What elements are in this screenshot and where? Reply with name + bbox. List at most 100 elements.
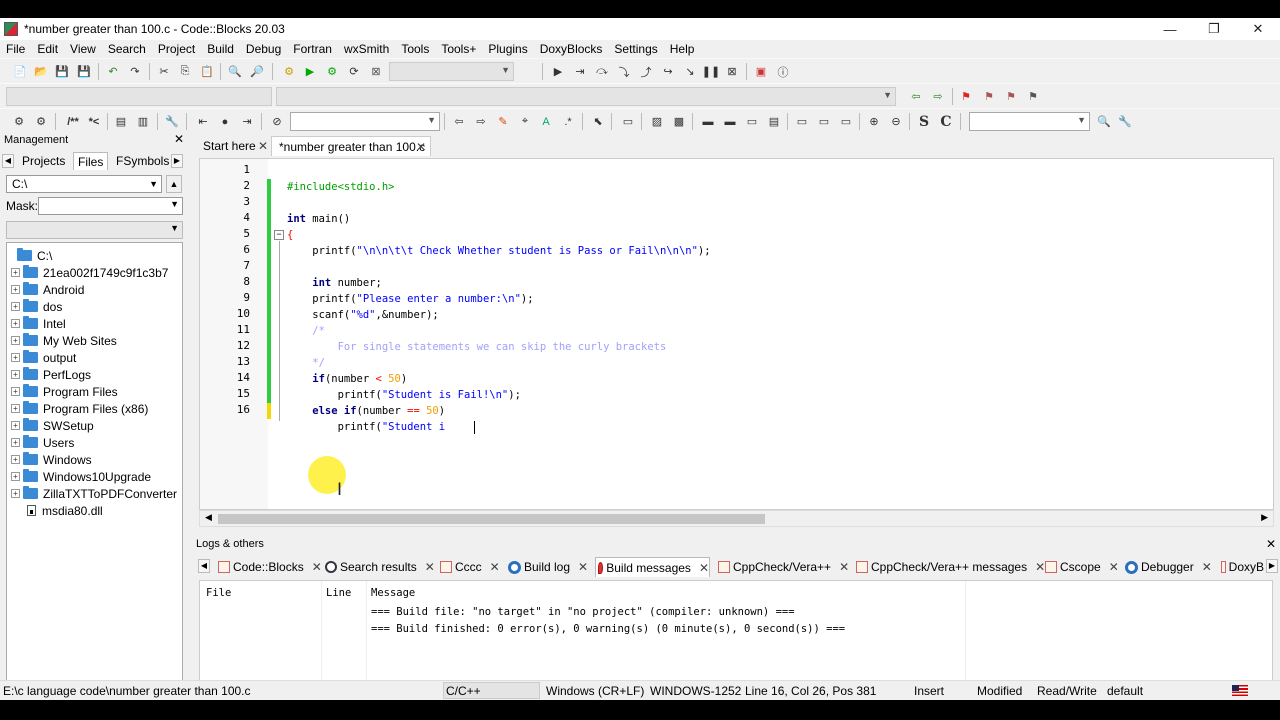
tree-item[interactable]: + Android [11,281,84,298]
layout-1-icon[interactable]: ▬ [699,113,717,130]
c-button[interactable]: C [937,113,955,130]
tree-item[interactable]: + Program Files (x86) [11,400,148,417]
doxy-line-icon[interactable]: ▥ [134,113,152,130]
jump-forward-icon[interactable]: ⇨ [929,88,947,105]
shape-2-icon[interactable]: ▭ [815,113,833,130]
tab-search-results[interactable]: Search results ✕ [323,557,435,577]
scope-combo[interactable] [6,87,272,106]
menu-wxsmith[interactable]: wxSmith [340,42,393,56]
tree-item[interactable]: + output [11,349,76,366]
various-info-icon[interactable]: ⓘ [774,63,792,80]
run-icon[interactable]: ▶ [301,63,319,80]
tree-item[interactable]: + Windows [11,451,92,468]
close-icon[interactable]: ✕ [416,137,426,157]
tree-item[interactable]: +21ea002f1749c9f1c3b7 [11,264,168,281]
tab-scroll-left-icon[interactable]: ◀ [2,154,14,168]
find-icon[interactable]: 🔍 [226,63,244,80]
column-header-line[interactable]: Line [326,587,351,599]
tree-item[interactable]: + ZillaTXTToPDFConverter [11,485,177,502]
horizontal-scrollbar[interactable]: ◀ ▶ [199,510,1274,527]
stop-debugger-icon[interactable]: ⊠ [723,63,741,80]
build-target-combo[interactable]: ▼ [389,62,514,81]
menu-tools-plus[interactable]: Tools+ [437,42,480,56]
tree-item[interactable]: + Intel [11,315,66,332]
list-item[interactable]: === Build finished: 0 error(s), 0 warnin… [371,623,845,635]
uncomment-button[interactable]: *< [84,113,104,130]
fold-collapse-icon[interactable]: − [274,230,284,240]
close-window-button[interactable]: ✕ [1236,18,1280,40]
tab-debugger[interactable]: Debugger ✕ [1123,557,1212,577]
shape-1-icon[interactable]: ▭ [793,113,811,130]
logs-close-button[interactable]: ✕ [1266,537,1276,551]
undo-icon[interactable]: ↶ [104,63,122,80]
list-item[interactable]: === Build file: "no target" in "no proje… [371,606,795,618]
menu-plugins[interactable]: Plugins [484,42,531,56]
tree-item[interactable]: + SWSetup [11,417,94,434]
maximize-button[interactable]: ❐ [1192,18,1236,40]
highlight-icon[interactable]: ✎ [494,113,512,130]
redo-icon[interactable]: ↷ [126,63,144,80]
menu-help[interactable]: Help [666,42,699,56]
editor-search-combo[interactable]: ▼ [290,112,440,131]
filter-combo[interactable]: ▼ [6,221,183,239]
tab-cccc[interactable]: Cccc ✕ [438,557,500,577]
last-page-icon[interactable]: ⇥ [238,113,256,130]
tab-current-file[interactable]: *number greater than 100.c ✕ [271,136,431,156]
chevron-down-icon[interactable]: ▼ [170,199,179,209]
select-pointer-icon[interactable]: ⬉ [589,113,607,130]
tree-item[interactable]: + PerfLogs [11,366,91,383]
menu-debug[interactable]: Debug [242,42,285,56]
chevron-down-icon[interactable]: ▼ [170,223,179,233]
menu-doxyblocks[interactable]: DoxyBlocks [536,42,607,56]
selection-icon[interactable]: ⌖ [516,113,534,130]
step-into-instruction-icon[interactable]: ↘ [681,63,699,80]
tree-item[interactable]: + Users [11,434,74,451]
mask-input[interactable]: ▼ [38,197,183,215]
menu-tools[interactable]: Tools [397,42,433,56]
tab-fsymbols[interactable]: FSymbols [112,152,173,170]
layout-2-icon[interactable]: ▬ [721,113,739,130]
toggle-bookmark-icon[interactable]: ⚑ [957,88,975,105]
rectangle-icon[interactable]: ▭ [619,113,637,130]
replace-icon[interactable]: 🔎 [248,63,266,80]
tree-item[interactable]: + My Web Sites [11,332,117,349]
tab-cscope[interactable]: Cscope ✕ [1043,557,1119,577]
tab-scroll-right-icon[interactable]: ▶ [171,154,183,168]
scroll-right-icon[interactable]: ▶ [1261,512,1268,523]
image-icon[interactable]: ▨ [648,113,666,130]
record-dot-icon[interactable]: ● [216,113,234,130]
menu-search[interactable]: Search [104,42,150,56]
match-case-icon[interactable]: A [537,113,555,130]
tab-doxyblocks[interactable]: DoxyB [1219,557,1264,577]
plugin-icon[interactable]: ⚙ [32,113,50,130]
path-up-button[interactable]: ▲ [166,175,182,193]
chevron-down-icon[interactable]: ▼ [149,176,158,192]
s-button[interactable]: S [915,113,933,130]
menu-fortran[interactable]: Fortran [289,42,336,56]
symbol-search-combo[interactable]: ▼ [969,112,1090,131]
tree-item-file[interactable]: msdia80.dll [27,502,103,519]
shape-3-icon[interactable]: ▭ [837,113,855,130]
paste-icon[interactable]: 📋 [198,63,216,80]
first-page-icon[interactable]: ⇤ [194,113,212,130]
menu-project[interactable]: Project [154,42,199,56]
break-debugger-icon[interactable]: ❚❚ [702,63,720,80]
path-combo[interactable]: C:\ ▼ [6,175,162,193]
tree-item[interactable]: + dos [11,298,62,315]
next-instruction-icon[interactable]: ↪ [659,63,677,80]
menu-file[interactable]: File [2,42,29,56]
tab-scroll-right-icon[interactable]: ▶ [1266,559,1278,573]
abort-icon[interactable]: ⊠ [367,63,385,80]
step-out-icon[interactable]: ⤴ [637,63,655,80]
next-bookmark-icon[interactable]: ⚑ [1002,88,1020,105]
step-into-icon[interactable]: ⤵ [615,63,633,80]
run-to-cursor-icon[interactable]: ⇥ [571,63,589,80]
doxy-block-icon[interactable]: ▤ [112,113,130,130]
arrow-right-icon[interactable]: ⇨ [472,113,490,130]
menu-edit[interactable]: Edit [33,42,62,56]
open-icon[interactable]: 📂 [32,63,50,80]
tab-files[interactable]: Files [73,152,108,170]
tab-scroll-left-icon[interactable]: ◀ [198,559,210,573]
scroll-left-icon[interactable]: ◀ [205,512,212,523]
tree-item[interactable]: + Windows10Upgrade [11,468,151,485]
